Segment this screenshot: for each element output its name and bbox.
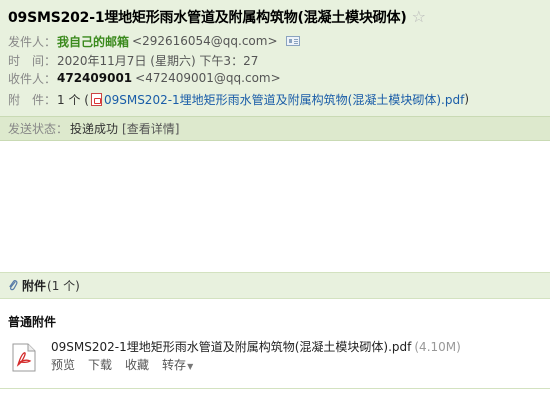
attachment-close-paren: ): [464, 92, 470, 106]
sender-name[interactable]: 我自己的邮箱: [57, 33, 129, 50]
time-label: 时 间：: [8, 53, 57, 68]
recipient-label: 收件人：: [8, 71, 57, 86]
delivery-status-bar: 发送状态： 投递成功 [查看详情]: [0, 116, 550, 141]
contact-card-icon[interactable]: [285, 36, 300, 46]
attachment-file-name[interactable]: 09SMS202-1埋地矩形雨水管道及附属构筑物(混凝土模块砌体).pdf (4.…: [51, 338, 461, 355]
status-detail-link[interactable]: [查看详情]: [122, 120, 179, 137]
mail-subject: 09SMS202-1埋地矩形雨水管道及附属构筑物(混凝土模块砌体): [8, 10, 407, 26]
save-dropdown[interactable]: 转存▼: [162, 356, 193, 373]
pdf-icon: [90, 92, 102, 106]
attachment-file-name-text: 09SMS202-1埋地矩形雨水管道及附属构筑物(混凝土模块砌体).pdf: [51, 340, 412, 354]
paperclip-icon: [9, 280, 18, 291]
time-value: 2020年11月7日 (星期六) 下午3：27: [57, 53, 259, 68]
recipient-name[interactable]: 472409001: [57, 71, 132, 85]
attachments-count: (1 个): [47, 279, 80, 293]
star-icon[interactable]: ☆: [412, 9, 426, 25]
recipient-row: 收件人： 472409001 <472409001@qq.com>: [8, 69, 281, 87]
chevron-down-icon: ▼: [187, 362, 194, 371]
recipient-address[interactable]: <472409001@qq.com>: [135, 71, 281, 85]
save-label: 转存: [162, 358, 187, 372]
time-row: 时 间： 2020年11月7日 (星期六) 下午3：27: [8, 51, 258, 69]
download-link[interactable]: 下载: [88, 356, 112, 373]
attachment-count: 1 个 (: [57, 92, 89, 107]
common-attachments-title: 普通附件: [8, 315, 57, 329]
preview-link[interactable]: 预览: [51, 356, 75, 373]
divider: [0, 388, 550, 389]
mail-header: 09SMS202-1埋地矩形雨水管道及附属构筑物(混凝土模块砌体) ☆ 发件人：…: [0, 0, 550, 116]
attachment-actions: 预览 下载 收藏 转存▼: [51, 356, 193, 373]
attachment-file-size: (4.10M): [414, 340, 461, 354]
sender-row: 发件人： 我自己的邮箱 <292616054@qq.com>: [8, 32, 300, 50]
attachments-title: 附件: [22, 279, 47, 293]
attachment-label: 附 件：: [8, 92, 57, 107]
attachments-header: 附件 (1 个): [0, 272, 550, 299]
attachment-row: 附 件： 1 个 ( 09SMS202-1埋地矩形雨水管道及附属构筑物(混凝土模…: [8, 90, 469, 108]
sender-label: 发件人：: [8, 34, 57, 49]
pdf-icon[interactable]: [12, 343, 36, 372]
status-value: 投递成功: [70, 122, 119, 136]
favorite-link[interactable]: 收藏: [125, 356, 149, 373]
attachment-file-link[interactable]: 09SMS202-1埋地矩形雨水管道及附属构筑物(混凝土模块砌体).pdf: [104, 91, 464, 108]
subject-row: 09SMS202-1埋地矩形雨水管道及附属构筑物(混凝土模块砌体) ☆: [8, 6, 426, 28]
sender-address[interactable]: <292616054@qq.com>: [132, 34, 278, 48]
status-label: 发送状态：: [8, 122, 69, 136]
